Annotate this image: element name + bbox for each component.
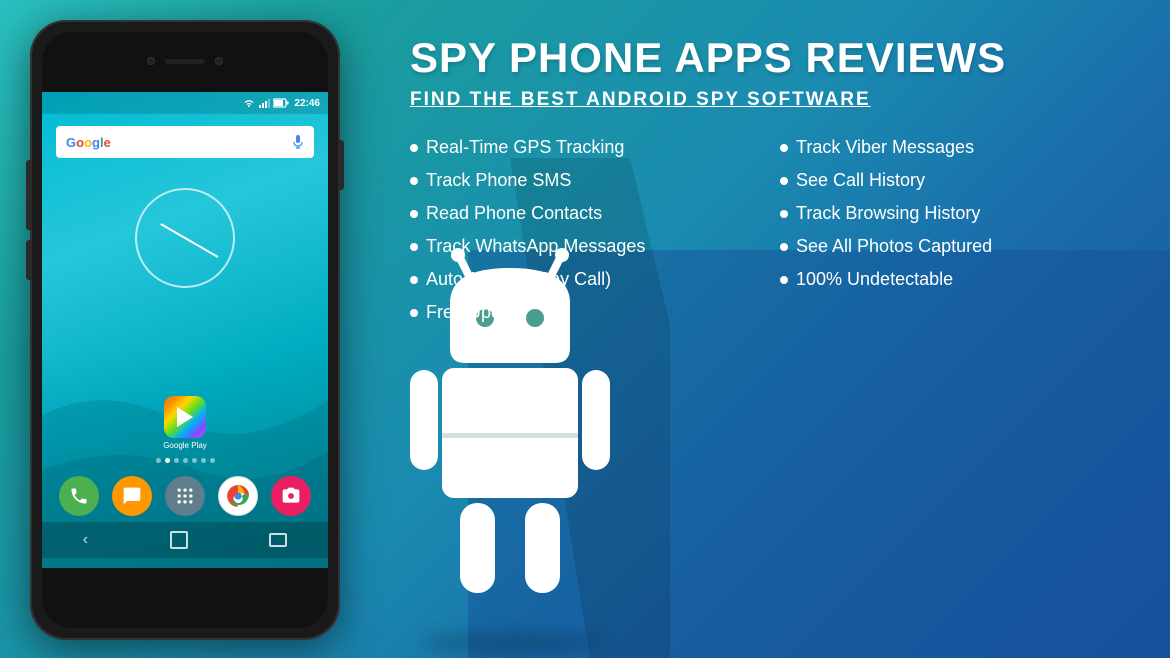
chrome-icon [227,485,249,507]
feature-browsing: Track Browsing History [780,197,1130,230]
apps-grid-icon [175,486,195,506]
feature-call-history: See Call History [780,164,1130,197]
feature-undetectable: 100% Undetectable [780,263,1130,296]
main-title: SPY PHONE APPS REVIEWS [410,35,1130,81]
bullet-icon [410,177,418,185]
phone-section: 22:46 Google [0,0,390,658]
phone-wrapper: 22:46 Google [30,20,340,640]
bullet-icon [780,177,788,185]
play-icon-background [164,396,206,438]
clock-widget [135,188,235,288]
home-button[interactable] [170,531,188,549]
feature-spy-call: Auto Answer (Spy Call) [410,263,760,296]
chrome-app-icon[interactable] [218,476,258,516]
feature-contacts: Read Phone Contacts [410,197,760,230]
back-button[interactable]: ‹ [83,531,88,549]
feature-undetectable-text: 100% Undetectable [796,269,953,290]
features-col-2: Track Viber Messages See Call History Tr… [780,131,1130,329]
microphone-icon [292,135,304,149]
feature-sms: Track Phone SMS [410,164,760,197]
phone-bottom [42,570,328,628]
message-icon [122,486,142,506]
speaker [165,59,205,64]
signal-icon [258,98,270,108]
clock-hour-hand [160,223,185,239]
feature-whatsapp-text: Track WhatsApp Messages [426,236,645,257]
feature-photos-text: See All Photos Captured [796,236,992,257]
phone-device: 22:46 Google [30,20,340,640]
google-play-app[interactable]: Google Play [160,396,210,450]
sensor [215,57,223,65]
bullet-icon [410,309,418,317]
camera-app-icon[interactable] [271,476,311,516]
feature-gps-text: Real-Time GPS Tracking [426,137,624,158]
status-icons: 22:46 [243,98,320,109]
front-camera [147,57,155,65]
google-logo: Google [66,135,111,150]
page-dot [174,458,179,463]
play-icon-wrapper: Google Play [160,396,210,450]
apps-icon[interactable] [165,476,205,516]
status-bar: 22:46 [42,92,328,114]
battery-icon [273,98,289,108]
page-dot-active [165,458,170,463]
phone-screen-display: 22:46 Google [42,92,328,568]
bullet-icon [410,276,418,284]
bullet-icon [780,144,788,152]
status-time: 22:46 [294,98,320,109]
play-store-icon [173,405,197,429]
subtitle: FIND THE BEST ANDROID SPY SOFTWARE [410,89,1130,111]
page-dot [183,458,188,463]
bullet-icon [410,210,418,218]
bullet-icon [780,210,788,218]
feature-update-text: Free Update [426,302,526,323]
feature-whatsapp: Track WhatsApp Messages [410,230,760,263]
dock-row [42,476,328,516]
bullet-icon [780,276,788,284]
page-dot [201,458,206,463]
page-dot [210,458,215,463]
wifi-icon [243,98,255,108]
feature-gps: Real-Time GPS Tracking [410,131,760,164]
features-col-1: Real-Time GPS Tracking Track Phone SMS R… [410,131,760,329]
messages-app-icon[interactable] [112,476,152,516]
bullet-icon [410,243,418,251]
feature-sms-text: Track Phone SMS [426,170,571,191]
right-section: SPY PHONE APPS REVIEWS FIND THE BEST AND… [390,0,1170,658]
feature-viber: Track Viber Messages [780,131,1130,164]
navigation-bar: ‹ [42,522,328,558]
phone-screen-border: 22:46 Google [42,32,328,628]
bullet-icon [410,144,418,152]
volume-up-button [26,160,32,230]
bullet-icon [780,243,788,251]
feature-update: Free Update [410,296,760,329]
phone-app-icon[interactable] [59,476,99,516]
feature-contacts-text: Read Phone Contacts [426,203,602,224]
play-label: Google Play [163,441,207,450]
page-dot [156,458,161,463]
page-indicators [42,458,328,463]
volume-down-button [26,240,32,280]
phone-top [42,32,328,90]
google-search-bar[interactable]: Google [56,126,314,158]
feature-viber-text: Track Viber Messages [796,137,974,158]
recents-button[interactable] [269,533,287,547]
main-container: 22:46 Google [0,0,1170,658]
feature-browsing-text: Track Browsing History [796,203,980,224]
feature-call-history-text: See Call History [796,170,925,191]
feature-photos: See All Photos Captured [780,230,1130,263]
clock-minute-hand [185,237,219,258]
page-dot [192,458,197,463]
features-layout: Real-Time GPS Tracking Track Phone SMS R… [410,131,1130,329]
feature-spy-call-text: Auto Answer (Spy Call) [426,269,611,290]
phone-icon [69,486,89,506]
power-button [338,140,344,190]
camera-icon [281,486,301,506]
